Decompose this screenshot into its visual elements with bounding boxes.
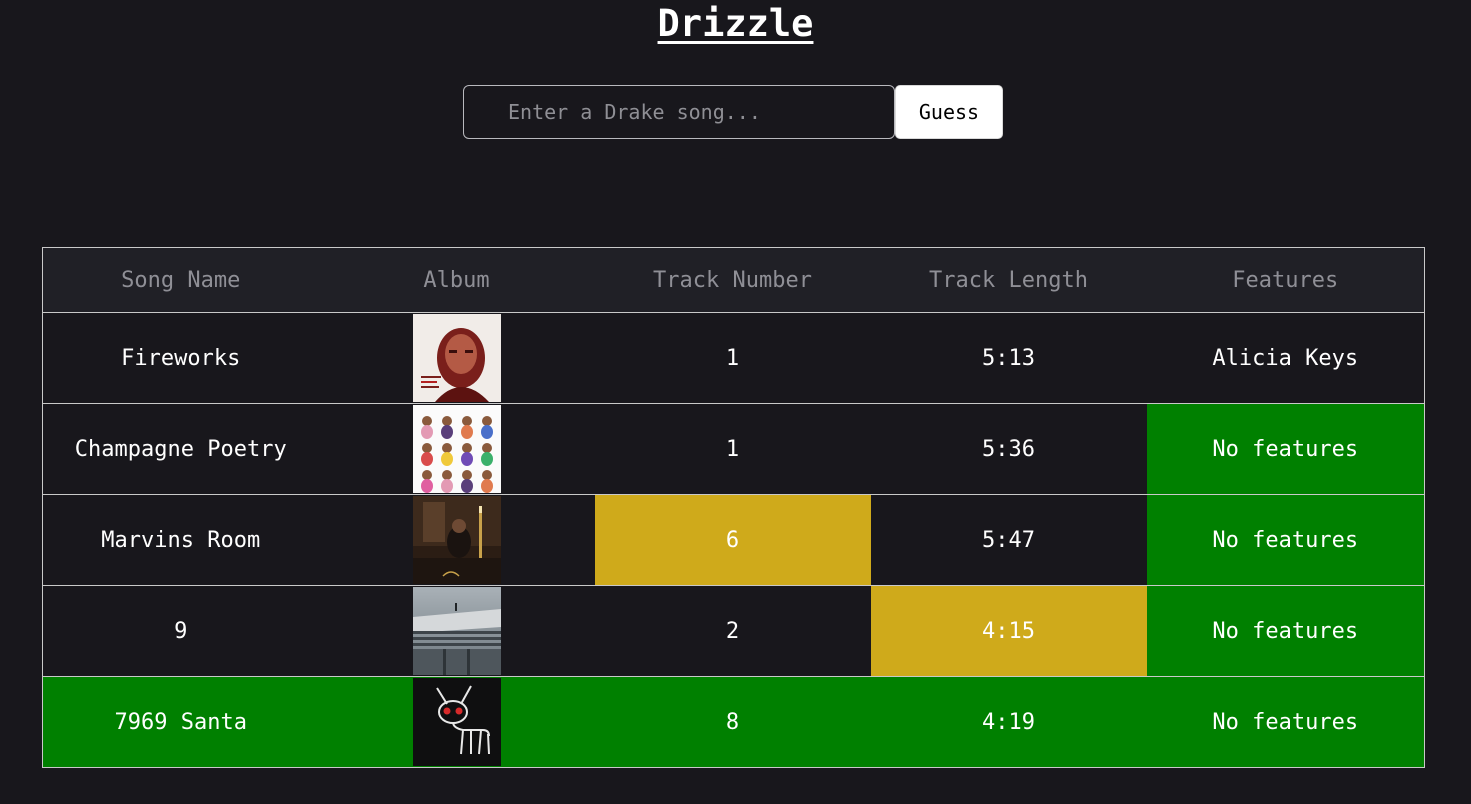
cell-track-number: 1 — [594, 312, 871, 404]
column-header-track-length: Track Length — [870, 247, 1147, 313]
for-all-the-dogs-cover — [412, 678, 501, 766]
cell-album — [318, 676, 595, 768]
cell-features: No features — [1146, 494, 1425, 586]
column-header-track-number: Track Number — [594, 247, 871, 313]
table-row: Marvins Room 6 5:47 No features — [42, 494, 1425, 586]
cell-song: 7969 Santa — [42, 676, 319, 768]
guess-button[interactable]: Guess — [895, 85, 1003, 139]
table-header-row: Song Name Album Track Number Track Lengt… — [42, 247, 1425, 313]
table-row: 9 2 4:15 No features — [42, 585, 1425, 677]
views-cover — [412, 587, 501, 675]
cell-song: 9 — [42, 585, 319, 677]
cell-album — [318, 585, 595, 677]
cell-track-length: 4:19 — [870, 676, 1147, 768]
cell-album — [318, 403, 595, 495]
column-header-album: Album — [318, 247, 595, 313]
take-care-cover — [412, 496, 501, 584]
cell-album — [318, 494, 595, 586]
page-title: Drizzle — [657, 2, 814, 45]
table-row: Champagne Poetry 1 5:36 No features — [42, 403, 1425, 495]
cell-track-length: 5:13 — [870, 312, 1147, 404]
cell-features: Alicia Keys — [1146, 312, 1425, 404]
cell-song: Champagne Poetry — [42, 403, 319, 495]
cell-features: No features — [1146, 676, 1425, 768]
cell-features: No features — [1146, 403, 1425, 495]
cell-features: No features — [1146, 585, 1425, 677]
song-search-input[interactable] — [463, 85, 895, 139]
cell-song: Marvins Room — [42, 494, 319, 586]
cell-song: Fireworks — [42, 312, 319, 404]
cell-track-number: 2 — [594, 585, 871, 677]
table-row: 7969 Santa 8 4:19 No features — [42, 676, 1425, 768]
guesses-table: Song Name Album Track Number Track Lengt… — [42, 247, 1425, 768]
cell-track-length: 4:15 — [870, 585, 1147, 677]
cell-track-number: 1 — [594, 403, 871, 495]
cell-track-number: 8 — [594, 676, 871, 768]
cell-track-number: 6 — [594, 494, 871, 586]
column-header-song-name: Song Name — [42, 247, 319, 313]
column-header-features: Features — [1146, 247, 1425, 313]
table-row: Fireworks 1 5:13 Alicia Keys — [42, 312, 1425, 404]
cell-album — [318, 312, 595, 404]
certified-lover-boy-cover — [412, 405, 501, 493]
cell-track-length: 5:36 — [870, 403, 1147, 495]
cell-track-length: 5:47 — [870, 494, 1147, 586]
thank-me-later-cover — [412, 314, 501, 402]
